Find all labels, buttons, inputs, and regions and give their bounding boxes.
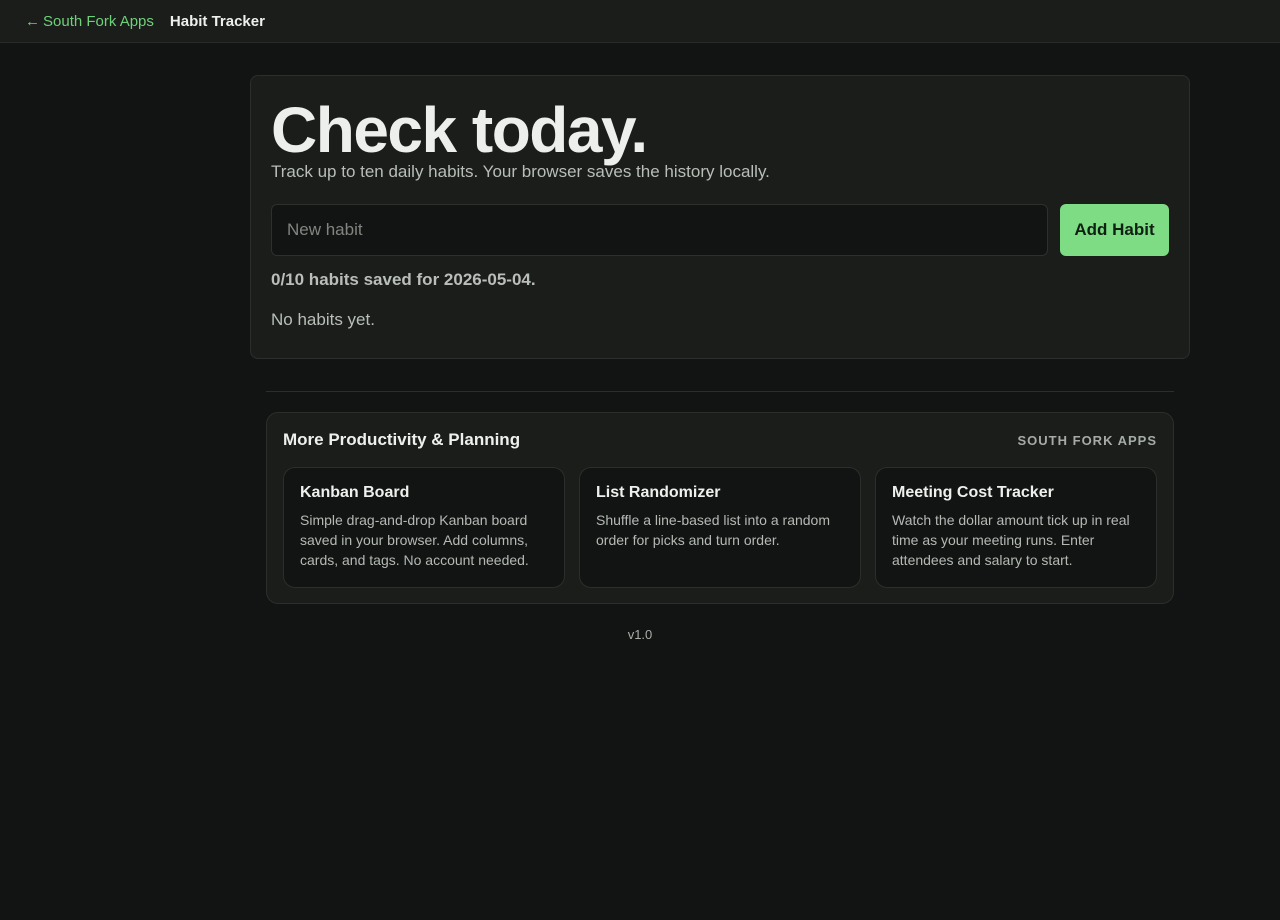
app-card-description: Watch the dollar amount tick up in real …: [892, 512, 1130, 568]
arrow-left-icon: ←: [25, 12, 40, 30]
app-cards: Kanban Board Simple drag-and-drop Kanban…: [283, 467, 1157, 588]
version-label: v1.0: [627, 627, 653, 642]
empty-habits-message: No habits yet.: [271, 310, 375, 329]
app-card-description: Simple drag-and-drop Kanban board saved …: [300, 512, 529, 568]
app-card-kanban-board[interactable]: Kanban Board Simple drag-and-drop Kanban…: [283, 467, 565, 588]
app-card-meeting-cost-tracker[interactable]: Meeting Cost Tracker Watch the dollar am…: [875, 467, 1157, 588]
new-habit-input[interactable]: [271, 204, 1048, 256]
more-apps-section: More Productivity & Planning SOUTH FORK …: [266, 412, 1174, 604]
page-title: Check today.: [271, 94, 648, 166]
app-card-title: Kanban Board: [300, 484, 410, 501]
back-to-south-fork-apps-link[interactable]: ← South Fork Apps: [25, 13, 154, 30]
add-habit-row: Add Habit: [271, 204, 1169, 256]
app-card-description: Shuffle a line-based list into a random …: [596, 512, 830, 548]
current-page-title: Habit Tracker: [169, 12, 265, 30]
habit-count-status: 0/10 habits saved for 2026-05-04.: [271, 270, 536, 289]
top-bar: ← South Fork Apps Habit Tracker: [0, 0, 1280, 43]
back-link-label: South Fork Apps: [43, 12, 154, 30]
app-card-title: Meeting Cost Tracker: [892, 484, 1054, 501]
more-apps-title: More Productivity & Planning: [283, 430, 521, 449]
app-card-list-randomizer[interactable]: List Randomizer Shuffle a line-based lis…: [579, 467, 861, 588]
more-apps-header: More Productivity & Planning SOUTH FORK …: [283, 413, 1157, 467]
app-card-title: List Randomizer: [596, 484, 721, 501]
section-divider: [266, 391, 1174, 392]
brand-label: SOUTH FORK APPS: [1017, 432, 1157, 448]
add-habit-button[interactable]: Add Habit: [1060, 204, 1169, 256]
page-subtitle: Track up to ten daily habits. Your brows…: [271, 162, 770, 181]
habit-tracker-panel: Check today. Track up to ten daily habit…: [250, 75, 1190, 359]
